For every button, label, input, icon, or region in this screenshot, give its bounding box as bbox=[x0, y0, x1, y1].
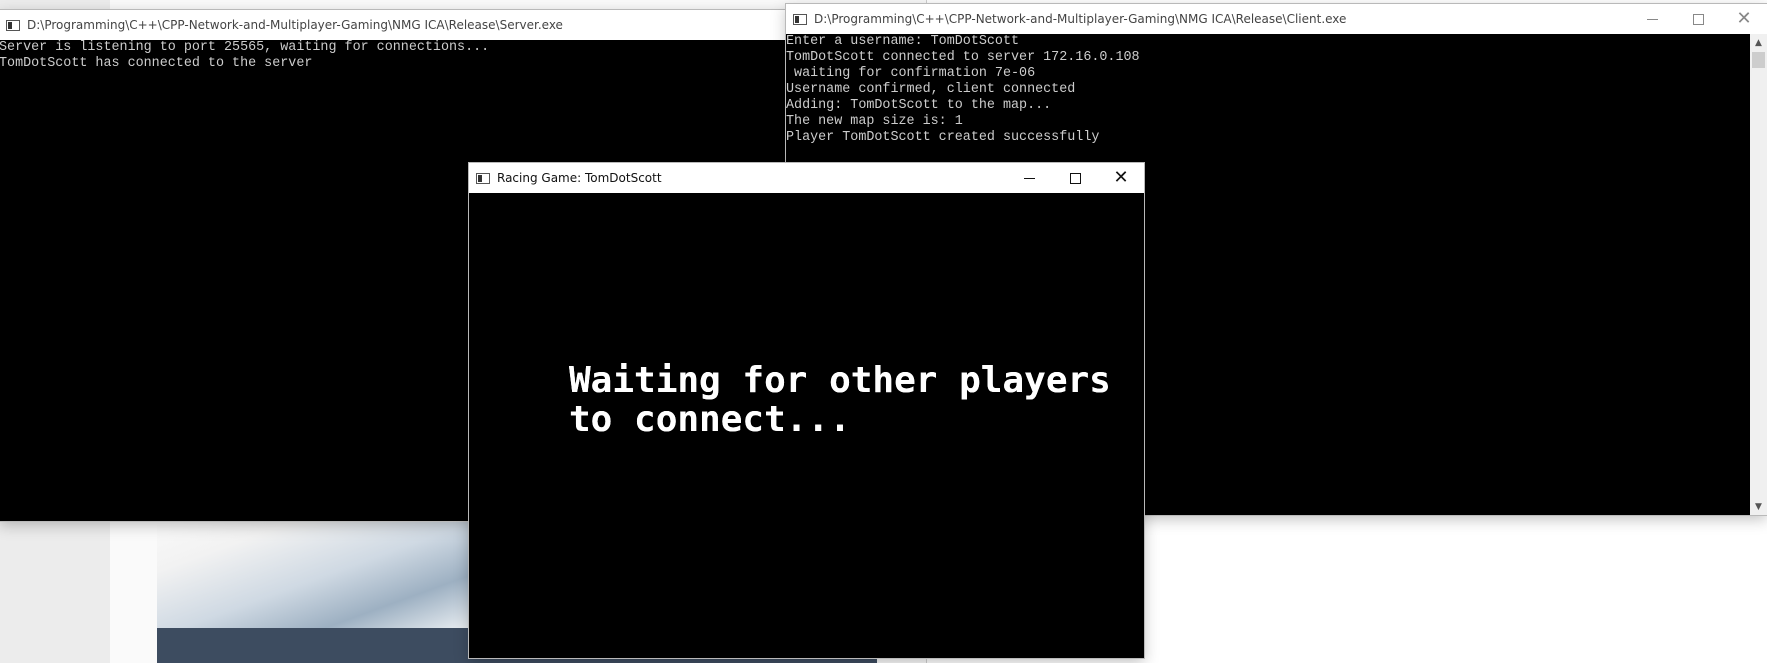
close-icon: ✕ bbox=[1736, 8, 1752, 29]
close-icon: ✕ bbox=[1113, 167, 1129, 188]
console-line: Player TomDotScott created successfully bbox=[786, 130, 1100, 145]
minimize-icon bbox=[1023, 177, 1035, 179]
close-button[interactable]: ✕ bbox=[1721, 4, 1767, 34]
console-line: TomDotScott has connected to the server bbox=[0, 56, 313, 71]
maximize-button[interactable] bbox=[1052, 163, 1098, 193]
maximize-button[interactable] bbox=[1675, 4, 1721, 34]
console-line: Enter a username: TomDotScott bbox=[786, 34, 1020, 49]
console-line: waiting for confirmation 7e-06 bbox=[786, 66, 1036, 81]
racing-game-window[interactable]: Racing Game: TomDotScott ✕ Waiting for o… bbox=[469, 163, 1144, 658]
scroll-down-arrow-icon[interactable]: ▼ bbox=[1750, 498, 1767, 515]
close-button[interactable]: ✕ bbox=[1098, 163, 1144, 193]
server-titlebar[interactable]: D:\Programming\C++\CPP-Network-and-Multi… bbox=[0, 10, 789, 40]
waiting-message: Waiting for other players to connect... bbox=[569, 360, 1111, 440]
minimize-button[interactable] bbox=[1006, 163, 1052, 193]
client-window-title: D:\Programming\C++\CPP-Network-and-Multi… bbox=[814, 12, 1347, 26]
minimize-button[interactable] bbox=[1629, 4, 1675, 34]
game-window-title: Racing Game: TomDotScott bbox=[497, 171, 662, 185]
console-line: TomDotScott connected to server 172.16.0… bbox=[786, 50, 1140, 65]
maximize-icon bbox=[1692, 13, 1704, 25]
scrollbar-thumb[interactable] bbox=[1752, 52, 1765, 68]
server-window-title: D:\Programming\C++\CPP-Network-and-Multi… bbox=[27, 18, 563, 32]
vertical-scrollbar[interactable]: ▲ ▼ bbox=[1750, 34, 1767, 515]
waiting-message-line-1: Waiting for other players bbox=[569, 360, 1111, 401]
console-line: The new map size is: 1 bbox=[786, 114, 963, 129]
game-titlebar[interactable]: Racing Game: TomDotScott ✕ bbox=[469, 163, 1144, 193]
game-canvas[interactable]: Waiting for other players to connect... bbox=[469, 193, 1144, 658]
waiting-message-line-2: to connect... bbox=[569, 399, 851, 440]
console-window-icon bbox=[6, 19, 20, 31]
console-window-icon bbox=[476, 172, 490, 184]
client-titlebar[interactable]: D:\Programming\C++\CPP-Network-and-Multi… bbox=[786, 4, 1767, 34]
maximize-icon bbox=[1069, 172, 1081, 184]
console-line: Username confirmed, client connected bbox=[786, 82, 1076, 97]
console-line: Adding: TomDotScott to the map... bbox=[786, 98, 1052, 113]
scroll-up-arrow-icon[interactable]: ▲ bbox=[1750, 34, 1767, 51]
minimize-icon bbox=[1646, 18, 1658, 20]
console-line: Server is listening to port 25565, waiti… bbox=[0, 40, 490, 55]
console-window-icon bbox=[793, 13, 807, 25]
